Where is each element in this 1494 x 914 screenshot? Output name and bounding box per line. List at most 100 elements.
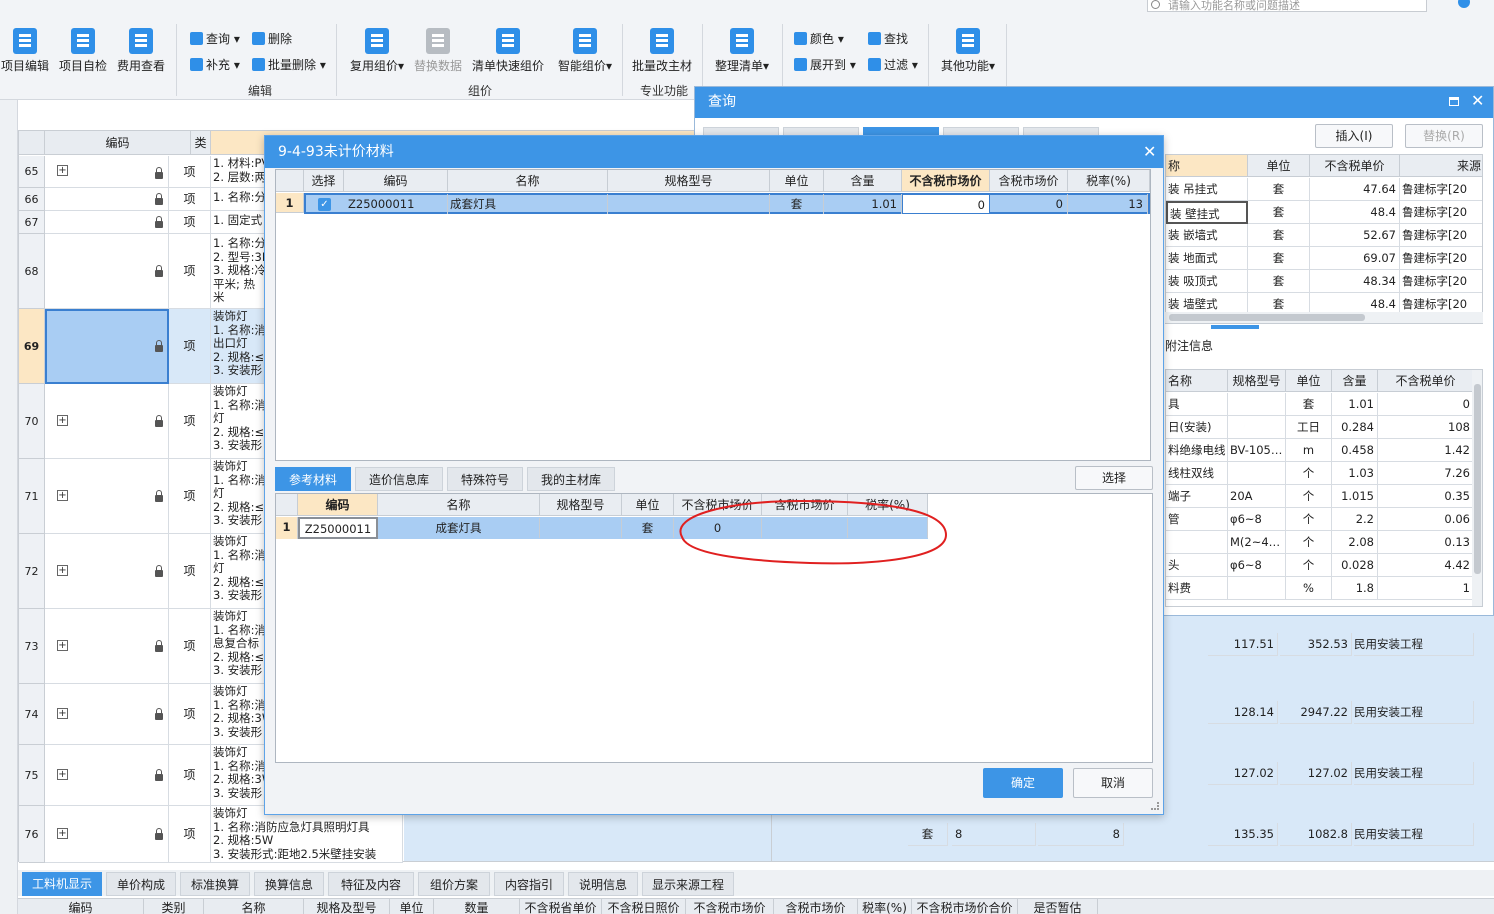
material-row[interactable]: M(2~4… 个 2.08 0.13 xyxy=(1166,531,1474,554)
price-ex-input[interactable]: 0 xyxy=(902,194,990,214)
qty-cell[interactable]: 1.01 xyxy=(824,194,902,214)
material-row[interactable]: 料绝缘电线 BV-105… m 0.458 1.42 xyxy=(1166,439,1474,462)
amount-cell: 127.02 xyxy=(1208,762,1278,785)
expand-plus-icon[interactable]: + xyxy=(57,415,68,426)
tab-reference-material[interactable]: 参考材料 xyxy=(275,467,351,491)
material-row[interactable]: 管 φ6~8 个 2.2 0.06 xyxy=(1166,508,1474,531)
cost-view-button[interactable]: 费用查看 xyxy=(113,28,169,74)
spec-cell[interactable] xyxy=(608,194,770,214)
quota-row[interactable]: 装 吸顶式套 48.34 鲁建标字[20 xyxy=(1166,270,1482,293)
bottom-col-header: 数量 xyxy=(434,899,520,914)
tab-my-material-library[interactable]: 我的主材库 xyxy=(527,467,615,491)
scroll-thumb[interactable] xyxy=(1474,384,1481,574)
code-cell[interactable] xyxy=(45,211,169,234)
bottom-tab[interactable]: 标准换算 xyxy=(180,872,250,896)
bottom-tab[interactable]: 单价构成 xyxy=(106,872,176,896)
function-search-input[interactable]: 请输入功能名称或问题描述 xyxy=(1147,0,1427,12)
expand-plus-icon[interactable]: + xyxy=(57,490,68,501)
vertical-scrollbar[interactable] xyxy=(1472,370,1482,606)
code-cell[interactable]: + xyxy=(45,384,169,459)
bottom-tab[interactable]: 特征及内容 xyxy=(328,872,414,896)
cancel-button[interactable]: 取消 xyxy=(1073,768,1153,798)
project-check-button[interactable]: 项目自检 xyxy=(56,28,110,74)
expand-to-button[interactable]: 展开到 ▾ xyxy=(794,56,856,73)
code-cell[interactable]: + xyxy=(45,745,169,806)
maximize-icon[interactable] xyxy=(1449,97,1459,106)
tab-special-symbols[interactable]: 特殊符号 xyxy=(447,467,523,491)
smart-pricing-button[interactable]: 智能组价▾ xyxy=(554,28,616,74)
qty-cell: 0.458 xyxy=(1332,439,1378,462)
reuse-pricing-button[interactable]: 复用组价▾ xyxy=(346,28,408,74)
scroll-thumb[interactable] xyxy=(1169,314,1365,321)
tax-cell[interactable]: 13 xyxy=(1068,194,1148,214)
expand-plus-icon[interactable]: + xyxy=(57,565,68,576)
code-cell[interactable]: Z25000011 xyxy=(298,517,378,539)
bottom-tab[interactable]: 说明信息 xyxy=(568,872,638,896)
bottom-tab[interactable]: 组价方案 xyxy=(418,872,490,896)
delete-button[interactable]: 删除 xyxy=(252,30,292,47)
code-cell[interactable]: + xyxy=(45,609,169,684)
row-number: 75 xyxy=(19,745,45,806)
spec-cell[interactable] xyxy=(540,518,622,538)
expand-plus-icon[interactable]: + xyxy=(57,828,68,839)
expand-plus-icon[interactable]: + xyxy=(57,640,68,651)
quota-row[interactable]: 装 地面式套 69.07 鲁建标字[20 xyxy=(1166,247,1482,270)
organize-list-button[interactable]: 整理清单▾ xyxy=(710,28,774,74)
close-icon[interactable]: ✕ xyxy=(1471,91,1484,110)
tab-price-info-library[interactable]: 造价信息库 xyxy=(355,467,443,491)
quota-row[interactable]: 装 嵌墙式套 52.67 鲁建标字[20 xyxy=(1166,224,1482,247)
help-icon[interactable] xyxy=(1458,0,1470,8)
code-cell[interactable]: + xyxy=(45,459,169,534)
query-button[interactable]: 查询 ▾ xyxy=(190,30,240,47)
material-row[interactable]: 头 φ6~8 个 0.028 4.42 xyxy=(1166,554,1474,577)
other-functions-button[interactable]: 其他功能▾ xyxy=(936,28,1000,74)
unit-cell[interactable]: 套 xyxy=(770,194,824,214)
source-cell: 民用安装工程 xyxy=(1354,633,1474,656)
bottom-tab[interactable]: 工料机显示 xyxy=(22,872,102,896)
code-cell[interactable]: + xyxy=(45,534,169,609)
code-cell[interactable] xyxy=(45,188,169,211)
bottom-tab[interactable]: 换算信息 xyxy=(254,872,324,896)
quota-row[interactable]: 装 壁挂式套 48.4 鲁建标字[20 xyxy=(1166,201,1482,224)
unit-cell[interactable]: 套 xyxy=(622,518,674,538)
select-button[interactable]: 选择 xyxy=(1075,466,1153,490)
filter-button[interactable]: 过滤 ▾ xyxy=(868,56,918,73)
supplement-button[interactable]: 补充 ▾ xyxy=(190,56,240,73)
bottom-tab[interactable]: 内容指引 xyxy=(494,872,564,896)
code-cell[interactable]: + xyxy=(45,684,169,745)
find-button[interactable]: 查找 xyxy=(868,30,908,47)
insert-button[interactable]: 插入(I) xyxy=(1315,124,1393,148)
batch-delete-button[interactable]: 批量删除 ▾ xyxy=(252,56,326,73)
material-row[interactable]: 料费% 1.8 1 xyxy=(1166,577,1474,600)
expand-plus-icon[interactable]: + xyxy=(57,769,68,780)
color-button[interactable]: 颜色 ▾ xyxy=(794,30,844,47)
select-checkbox[interactable]: ✓ xyxy=(318,198,331,211)
replace-button: 替换(R) xyxy=(1405,124,1483,148)
batch-main-material-button[interactable]: 批量改主材 xyxy=(630,28,694,74)
material-row[interactable]: 端子 20A 个 1.015 0.35 xyxy=(1166,485,1474,508)
name-cell[interactable]: 成套灯具 xyxy=(378,518,540,538)
project-edit-button[interactable]: 项目编辑 xyxy=(0,28,50,74)
quick-pricing-button[interactable]: 清单快速组价 xyxy=(470,28,546,74)
material-row[interactable]: 日(安装) 工日 0.284 108 xyxy=(1166,416,1474,439)
material-row[interactable]: 具 套 1.01 0 xyxy=(1166,393,1474,416)
price-in-cell[interactable]: 0 xyxy=(990,194,1068,214)
expand-plus-icon[interactable]: + xyxy=(57,708,68,719)
close-icon[interactable]: ✕ xyxy=(1143,142,1156,161)
code-cell[interactable]: Z25000011 xyxy=(346,194,448,214)
material-row[interactable]: 线柱双线 个 1.03 7.26 xyxy=(1166,462,1474,485)
note-tab[interactable]: 附注信息 xyxy=(1165,337,1225,355)
bottom-tab[interactable]: 显示来源工程 xyxy=(642,872,734,896)
quota-row[interactable]: 装 吊挂式套 47.64 鲁建标字[20 xyxy=(1166,178,1482,201)
code-cell[interactable] xyxy=(45,309,169,384)
code-cell[interactable] xyxy=(45,234,169,309)
name-cell[interactable]: 成套灯具 xyxy=(448,194,608,214)
expand-plus-icon[interactable]: + xyxy=(57,165,68,176)
resize-grip-icon[interactable] xyxy=(1151,802,1159,810)
horizontal-scrollbar[interactable] xyxy=(1165,312,1483,323)
code-cell[interactable]: + xyxy=(45,806,169,863)
splitter-handle[interactable] xyxy=(1211,325,1259,329)
qty-cell: 1.03 xyxy=(1332,462,1378,485)
code-cell[interactable]: + xyxy=(45,156,169,188)
ok-button[interactable]: 确定 xyxy=(983,768,1063,798)
